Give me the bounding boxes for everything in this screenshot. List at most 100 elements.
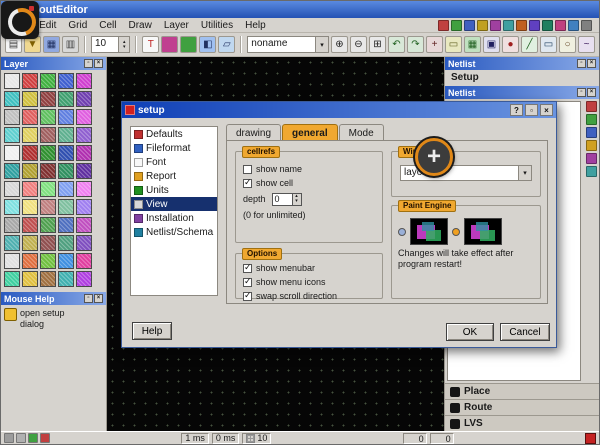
layer-swatch[interactable] <box>58 109 74 125</box>
side-tool-icon[interactable] <box>586 153 597 164</box>
toolbar-icon[interactable]: ▭ <box>540 36 557 53</box>
toolbar-icon[interactable]: ⊞ <box>369 36 386 53</box>
layer-swatch[interactable] <box>76 163 92 179</box>
layer-swatch[interactable] <box>58 199 74 215</box>
float-icon[interactable]: ▫ <box>84 294 93 303</box>
paint-engine-radio-2[interactable] <box>452 228 460 236</box>
layer-swatch[interactable] <box>58 73 74 89</box>
layer-swatch[interactable] <box>4 181 20 197</box>
menu-item[interactable]: Cell <box>93 20 122 31</box>
settings-nav-item[interactable]: Netlist/Schema <box>131 225 217 239</box>
layer-swatch[interactable] <box>40 271 56 287</box>
menubar-icon[interactable] <box>451 20 462 31</box>
settings-tab[interactable]: general <box>282 124 338 141</box>
ok-button[interactable]: OK <box>446 323 494 341</box>
settings-nav-item[interactable]: Installation <box>131 211 217 225</box>
menubar-icon[interactable] <box>490 20 501 31</box>
menubar-icon[interactable] <box>477 20 488 31</box>
layer-swatch[interactable] <box>58 127 74 143</box>
checkbox-row[interactable]: show menubar <box>243 261 375 275</box>
layer-swatch[interactable] <box>40 199 56 215</box>
float-icon[interactable]: ▫ <box>577 59 586 68</box>
layer-swatch[interactable] <box>40 181 56 197</box>
layer-swatch[interactable] <box>40 253 56 269</box>
layer-swatch[interactable] <box>58 217 74 233</box>
layer-swatch[interactable] <box>22 253 38 269</box>
menubar-icon[interactable] <box>581 20 592 31</box>
layer-swatch[interactable] <box>58 163 74 179</box>
toolbar-icon[interactable] <box>161 36 178 53</box>
side-tool-icon[interactable] <box>586 114 597 125</box>
layer-swatch[interactable] <box>76 91 92 107</box>
layer-swatch[interactable] <box>22 271 38 287</box>
layer-swatch[interactable] <box>4 217 20 233</box>
toolbar-icon[interactable]: ╱ <box>521 36 538 53</box>
layer-swatch[interactable] <box>76 271 92 287</box>
statusbar-icon[interactable] <box>28 433 38 443</box>
settings-nav-item[interactable]: Font <box>131 155 217 169</box>
menubar-icon[interactable] <box>503 20 514 31</box>
menu-item[interactable]: Layer <box>158 20 195 31</box>
toolbar-icon[interactable]: ⊕ <box>331 36 348 53</box>
layer-swatch[interactable] <box>22 199 38 215</box>
layer-swatch[interactable] <box>22 235 38 251</box>
float-icon[interactable]: ▫ <box>577 88 586 97</box>
layer-swatch[interactable] <box>58 181 74 197</box>
cell-name-combo[interactable]: noname ▾ <box>247 36 329 53</box>
panel-section[interactable]: LVS <box>445 415 599 431</box>
layer-swatch[interactable] <box>40 109 56 125</box>
layer-swatch[interactable] <box>58 271 74 287</box>
statusbar-icon[interactable] <box>4 433 14 443</box>
layer-swatch[interactable] <box>76 145 92 161</box>
toolbar-icon[interactable]: ▭ <box>445 36 462 53</box>
layer-swatch[interactable] <box>22 127 38 143</box>
layer-swatch[interactable] <box>4 253 20 269</box>
layer-swatch[interactable] <box>22 73 38 89</box>
layer-swatch[interactable] <box>4 91 20 107</box>
toolbar-icon[interactable]: ▱ <box>218 36 235 53</box>
toolbar-icon[interactable]: ▦ <box>464 36 481 53</box>
close-icon[interactable]: × <box>94 59 103 68</box>
layer-swatch[interactable] <box>76 199 92 215</box>
close-icon[interactable]: × <box>587 88 596 97</box>
layer-swatch[interactable] <box>22 181 38 197</box>
layer-swatch[interactable] <box>40 127 56 143</box>
settings-nav-item[interactable]: View <box>131 197 217 211</box>
layer-swatch[interactable] <box>4 109 20 125</box>
toolbar-icon[interactable]: + <box>426 36 443 53</box>
side-tool-icon[interactable] <box>586 140 597 151</box>
settings-nav-item[interactable]: Report <box>131 169 217 183</box>
side-tool-icon[interactable] <box>586 166 597 177</box>
toolbar-icon[interactable]: T <box>142 36 159 53</box>
toolbar-icon[interactable]: ⊖ <box>350 36 367 53</box>
layer-swatch[interactable] <box>22 109 38 125</box>
checkbox-row[interactable]: show menu icons <box>243 275 375 289</box>
panel-section[interactable]: Place <box>445 383 599 399</box>
settings-nav-item[interactable]: Fileformat <box>131 141 217 155</box>
side-tool-icon[interactable] <box>586 127 597 138</box>
dialog-maximize-button[interactable]: ▫ <box>525 104 538 116</box>
chevron-down-icon[interactable]: ▾ <box>518 166 531 180</box>
grid-size-spinner[interactable]: ▴▾ <box>118 37 129 52</box>
toolbar-icon[interactable]: ○ <box>559 36 576 53</box>
layer-swatch[interactable] <box>76 109 92 125</box>
spinner-arrows[interactable]: ▴▾ <box>292 194 301 205</box>
layer-swatch[interactable] <box>40 235 56 251</box>
depth-spinbox[interactable]: 0 ▴▾ <box>272 193 302 206</box>
settings-nav-item[interactable]: Units <box>131 183 217 197</box>
checkbox-row[interactable]: swap scroll direction <box>243 289 375 303</box>
close-icon[interactable]: × <box>587 59 596 68</box>
stop-icon[interactable] <box>585 433 596 444</box>
grid-size-combo[interactable]: 10 ▴▾ <box>91 36 130 53</box>
settings-tab[interactable]: Mode <box>339 124 384 141</box>
panel-section[interactable]: Route <box>445 399 599 415</box>
menu-item[interactable]: Utilities <box>195 20 239 31</box>
layer-swatch[interactable] <box>40 145 56 161</box>
layer-swatch[interactable] <box>58 253 74 269</box>
menu-item[interactable]: Help <box>239 20 272 31</box>
toolbar-icon[interactable]: ↶ <box>388 36 405 53</box>
help-button[interactable]: Help <box>132 322 172 340</box>
layer-swatch[interactable] <box>76 235 92 251</box>
menubar-icon[interactable] <box>516 20 527 31</box>
toolbar-icon[interactable]: ▦ <box>43 36 60 53</box>
